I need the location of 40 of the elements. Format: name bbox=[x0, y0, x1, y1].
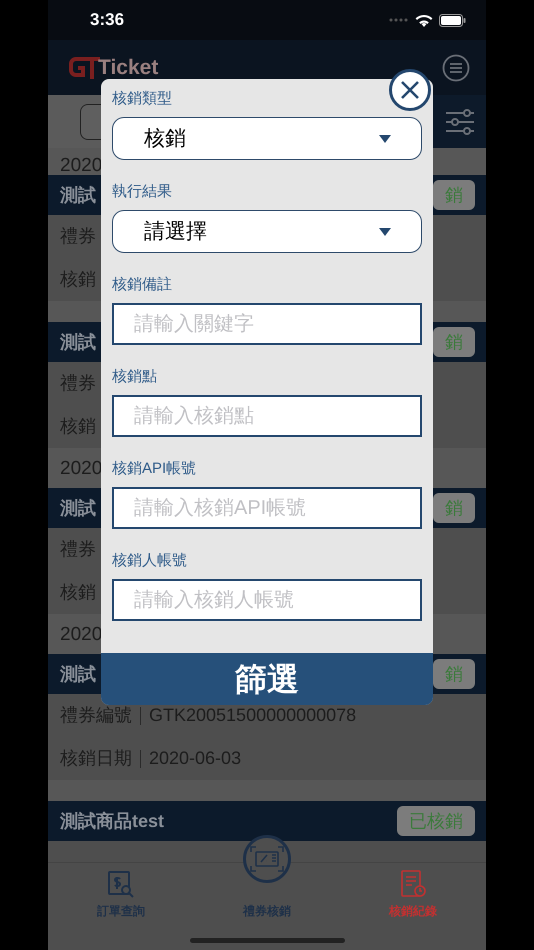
product-title: 測試 bbox=[60, 662, 96, 686]
caret-icon bbox=[379, 228, 391, 236]
date-text: 2020 bbox=[60, 624, 102, 644]
battery-icon bbox=[439, 14, 466, 26]
status-badge: 已核銷 bbox=[397, 806, 475, 836]
coupon-scan-icon bbox=[250, 846, 284, 872]
search-field[interactable] bbox=[80, 104, 101, 140]
product-title: 測試 bbox=[60, 496, 96, 520]
product-title: 測試 bbox=[60, 184, 96, 206]
input-field[interactable]: 請輸入核銷人帳號 bbox=[112, 579, 422, 621]
dollar-search-icon bbox=[107, 870, 135, 898]
input-field[interactable]: 請輸入關鍵字 bbox=[112, 303, 422, 345]
field-label: 核銷API帳號 bbox=[112, 459, 196, 479]
filter-icon[interactable] bbox=[444, 108, 474, 134]
input-field[interactable]: 請輸入核銷API帳號 bbox=[112, 487, 422, 529]
status-badge: 銷 bbox=[433, 180, 475, 210]
dropdown-field[interactable]: 請選擇 bbox=[112, 210, 422, 253]
field-label: 核銷點 bbox=[112, 367, 157, 387]
logo-text: Ticket bbox=[98, 54, 158, 81]
close-icon bbox=[400, 80, 420, 100]
menu-icon[interactable] bbox=[442, 54, 470, 82]
product-title: 測試 bbox=[60, 330, 96, 354]
date-text: 2020 bbox=[60, 156, 102, 175]
status-badge: 銷 bbox=[433, 327, 475, 357]
date-text: 2020 bbox=[60, 458, 102, 478]
document-clock-icon bbox=[399, 870, 427, 898]
filter-button[interactable]: 篩選 bbox=[101, 653, 433, 705]
product-title: 測試商品test bbox=[60, 810, 164, 832]
signal-icon bbox=[389, 18, 409, 22]
field-label: 核銷類型 bbox=[112, 89, 172, 109]
caret-icon bbox=[379, 134, 391, 142]
field-label: 核銷人帳號 bbox=[112, 551, 187, 571]
status-time: 3:36 bbox=[90, 9, 124, 32]
status-badge: 銷 bbox=[433, 659, 475, 689]
status-badge: 銷 bbox=[433, 493, 475, 523]
input-field[interactable]: 請輸入核銷點 bbox=[112, 395, 422, 437]
dropdown-field[interactable]: 核銷 bbox=[112, 117, 422, 160]
field-label: 核銷備註 bbox=[112, 275, 172, 295]
field-label: 執行結果 bbox=[112, 182, 172, 202]
wifi-icon bbox=[415, 14, 433, 26]
